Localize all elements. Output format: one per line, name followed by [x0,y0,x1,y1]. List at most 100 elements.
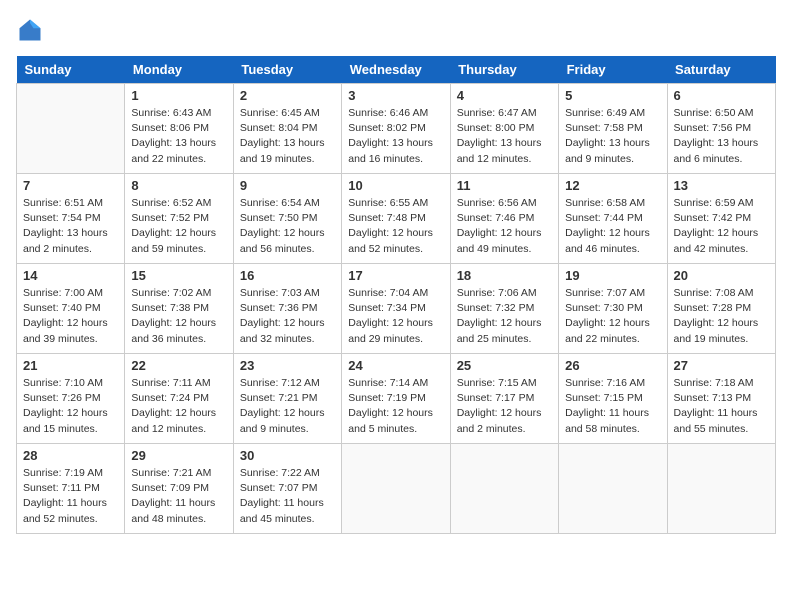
calendar-cell: 12 Sunrise: 6:58 AMSunset: 7:44 PMDayligh… [559,174,667,264]
calendar-cell: 26 Sunrise: 7:16 AMSunset: 7:15 PMDayligh… [559,354,667,444]
day-number: 5 [565,88,660,103]
day-info: Sunrise: 6:47 AMSunset: 8:00 PMDaylight:… [457,106,552,167]
day-number: 16 [240,268,335,283]
day-number: 8 [131,178,226,193]
calendar-cell: 10 Sunrise: 6:55 AMSunset: 7:48 PMDayligh… [342,174,450,264]
calendar-cell: 11 Sunrise: 6:56 AMSunset: 7:46 PMDayligh… [450,174,558,264]
calendar-cell: 15Sunrise: 7:02 AMSunset: 7:38 PMDayligh… [125,264,233,354]
calendar-cell: 1Sunrise: 6:43 AMSunset: 8:06 PMDaylight… [125,84,233,174]
calendar-cell [342,444,450,534]
day-number: 7 [23,178,118,193]
day-info: Sunrise: 7:15 AMSunset: 7:17 PMDaylight:… [457,376,552,437]
header-day-thursday: Thursday [450,56,558,84]
header-day-sunday: Sunday [17,56,125,84]
day-info: Sunrise: 7:04 AMSunset: 7:34 PMDaylight:… [348,286,443,347]
calendar-cell: 16 Sunrise: 7:03 AMSunset: 7:36 PMDayligh… [233,264,341,354]
day-info: Sunrise: 6:56 AMSunset: 7:46 PMDaylight:… [457,196,552,257]
day-info: Sunrise: 7:10 AMSunset: 7:26 PMDaylight:… [23,376,118,437]
day-number: 12 [565,178,660,193]
day-number: 28 [23,448,118,463]
day-info: Sunrise: 6:49 AMSunset: 7:58 PMDaylight:… [565,106,660,167]
calendar-cell: 9Sunrise: 6:54 AMSunset: 7:50 PMDaylight… [233,174,341,264]
calendar-cell: 7 Sunrise: 6:51 AMSunset: 7:54 PMDaylight… [17,174,125,264]
calendar-cell: 25 Sunrise: 7:15 AMSunset: 7:17 PMDayligh… [450,354,558,444]
day-info: Sunrise: 7:21 AMSunset: 7:09 PMDaylight:… [131,466,226,527]
day-info: Sunrise: 6:54 AMSunset: 7:50 PMDaylight:… [240,196,335,257]
day-number: 11 [457,178,552,193]
day-number: 30 [240,448,335,463]
week-row-5: 28 Sunrise: 7:19 AMSunset: 7:11 PMDayligh… [17,444,776,534]
day-info: Sunrise: 7:03 AMSunset: 7:36 PMDaylight:… [240,286,335,347]
day-number: 13 [674,178,769,193]
day-number: 21 [23,358,118,373]
day-number: 14 [23,268,118,283]
calendar-cell [559,444,667,534]
week-row-2: 7 Sunrise: 6:51 AMSunset: 7:54 PMDaylight… [17,174,776,264]
header-day-tuesday: Tuesday [233,56,341,84]
day-info: Sunrise: 6:45 AMSunset: 8:04 PMDaylight:… [240,106,335,167]
calendar-table: SundayMondayTuesdayWednesdayThursdayFrid… [16,56,776,534]
calendar-cell: 23 Sunrise: 7:12 AMSunset: 7:21 PMDayligh… [233,354,341,444]
header-day-friday: Friday [559,56,667,84]
day-info: Sunrise: 7:11 AMSunset: 7:24 PMDaylight:… [131,376,226,437]
day-info: Sunrise: 6:50 AMSunset: 7:56 PMDaylight:… [674,106,769,167]
day-number: 25 [457,358,552,373]
day-number: 2 [240,88,335,103]
day-info: Sunrise: 7:12 AMSunset: 7:21 PMDaylight:… [240,376,335,437]
day-info: Sunrise: 6:59 AMSunset: 7:42 PMDaylight:… [674,196,769,257]
day-number: 24 [348,358,443,373]
calendar-cell: 22 Sunrise: 7:11 AMSunset: 7:24 PMDayligh… [125,354,233,444]
day-number: 26 [565,358,660,373]
day-info: Sunrise: 7:19 AMSunset: 7:11 PMDaylight:… [23,466,118,527]
calendar-cell [667,444,775,534]
calendar-cell: 19Sunrise: 7:07 AMSunset: 7:30 PMDayligh… [559,264,667,354]
day-info: Sunrise: 7:00 AMSunset: 7:40 PMDaylight:… [23,286,118,347]
calendar-cell: 24 Sunrise: 7:14 AMSunset: 7:19 PMDayligh… [342,354,450,444]
day-number: 10 [348,178,443,193]
day-number: 1 [131,88,226,103]
day-info: Sunrise: 7:18 AMSunset: 7:13 PMDaylight:… [674,376,769,437]
header [16,16,776,44]
header-day-monday: Monday [125,56,233,84]
calendar-cell [450,444,558,534]
week-row-4: 21 Sunrise: 7:10 AMSunset: 7:26 PMDayligh… [17,354,776,444]
day-info: Sunrise: 6:46 AMSunset: 8:02 PMDaylight:… [348,106,443,167]
calendar-cell: 28 Sunrise: 7:19 AMSunset: 7:11 PMDayligh… [17,444,125,534]
calendar-cell: 4 Sunrise: 6:47 AMSunset: 8:00 PMDaylight… [450,84,558,174]
day-info: Sunrise: 7:06 AMSunset: 7:32 PMDaylight:… [457,286,552,347]
header-day-saturday: Saturday [667,56,775,84]
day-info: Sunrise: 7:14 AMSunset: 7:19 PMDaylight:… [348,376,443,437]
day-info: Sunrise: 7:22 AMSunset: 7:07 PMDaylight:… [240,466,335,527]
day-number: 29 [131,448,226,463]
calendar-cell: 5 Sunrise: 6:49 AMSunset: 7:58 PMDaylight… [559,84,667,174]
calendar-cell: 30 Sunrise: 7:22 AMSunset: 7:07 PMDayligh… [233,444,341,534]
calendar-cell: 6 Sunrise: 6:50 AMSunset: 7:56 PMDaylight… [667,84,775,174]
calendar-cell: 14 Sunrise: 7:00 AMSunset: 7:40 PMDayligh… [17,264,125,354]
day-info: Sunrise: 7:08 AMSunset: 7:28 PMDaylight:… [674,286,769,347]
calendar-cell: 2 Sunrise: 6:45 AMSunset: 8:04 PMDaylight… [233,84,341,174]
calendar-cell: 21 Sunrise: 7:10 AMSunset: 7:26 PMDayligh… [17,354,125,444]
day-number: 22 [131,358,226,373]
calendar-cell: 13 Sunrise: 6:59 AMSunset: 7:42 PMDayligh… [667,174,775,264]
day-info: Sunrise: 6:52 AMSunset: 7:52 PMDaylight:… [131,196,226,257]
calendar-cell: 3 Sunrise: 6:46 AMSunset: 8:02 PMDaylight… [342,84,450,174]
calendar-cell: 17Sunrise: 7:04 AMSunset: 7:34 PMDayligh… [342,264,450,354]
day-number: 3 [348,88,443,103]
day-info: Sunrise: 7:07 AMSunset: 7:30 PMDaylight:… [565,286,660,347]
week-row-1: 1Sunrise: 6:43 AMSunset: 8:06 PMDaylight… [17,84,776,174]
header-row: SundayMondayTuesdayWednesdayThursdayFrid… [17,56,776,84]
logo [16,16,48,44]
day-info: Sunrise: 6:58 AMSunset: 7:44 PMDaylight:… [565,196,660,257]
calendar-cell [17,84,125,174]
logo-icon [16,16,44,44]
week-row-3: 14 Sunrise: 7:00 AMSunset: 7:40 PMDayligh… [17,264,776,354]
day-number: 15 [131,268,226,283]
day-info: Sunrise: 6:51 AMSunset: 7:54 PMDaylight:… [23,196,118,257]
day-info: Sunrise: 7:16 AMSunset: 7:15 PMDaylight:… [565,376,660,437]
header-day-wednesday: Wednesday [342,56,450,84]
calendar-cell: 8 Sunrise: 6:52 AMSunset: 7:52 PMDaylight… [125,174,233,264]
day-number: 23 [240,358,335,373]
day-number: 6 [674,88,769,103]
day-number: 4 [457,88,552,103]
day-info: Sunrise: 6:55 AMSunset: 7:48 PMDaylight:… [348,196,443,257]
